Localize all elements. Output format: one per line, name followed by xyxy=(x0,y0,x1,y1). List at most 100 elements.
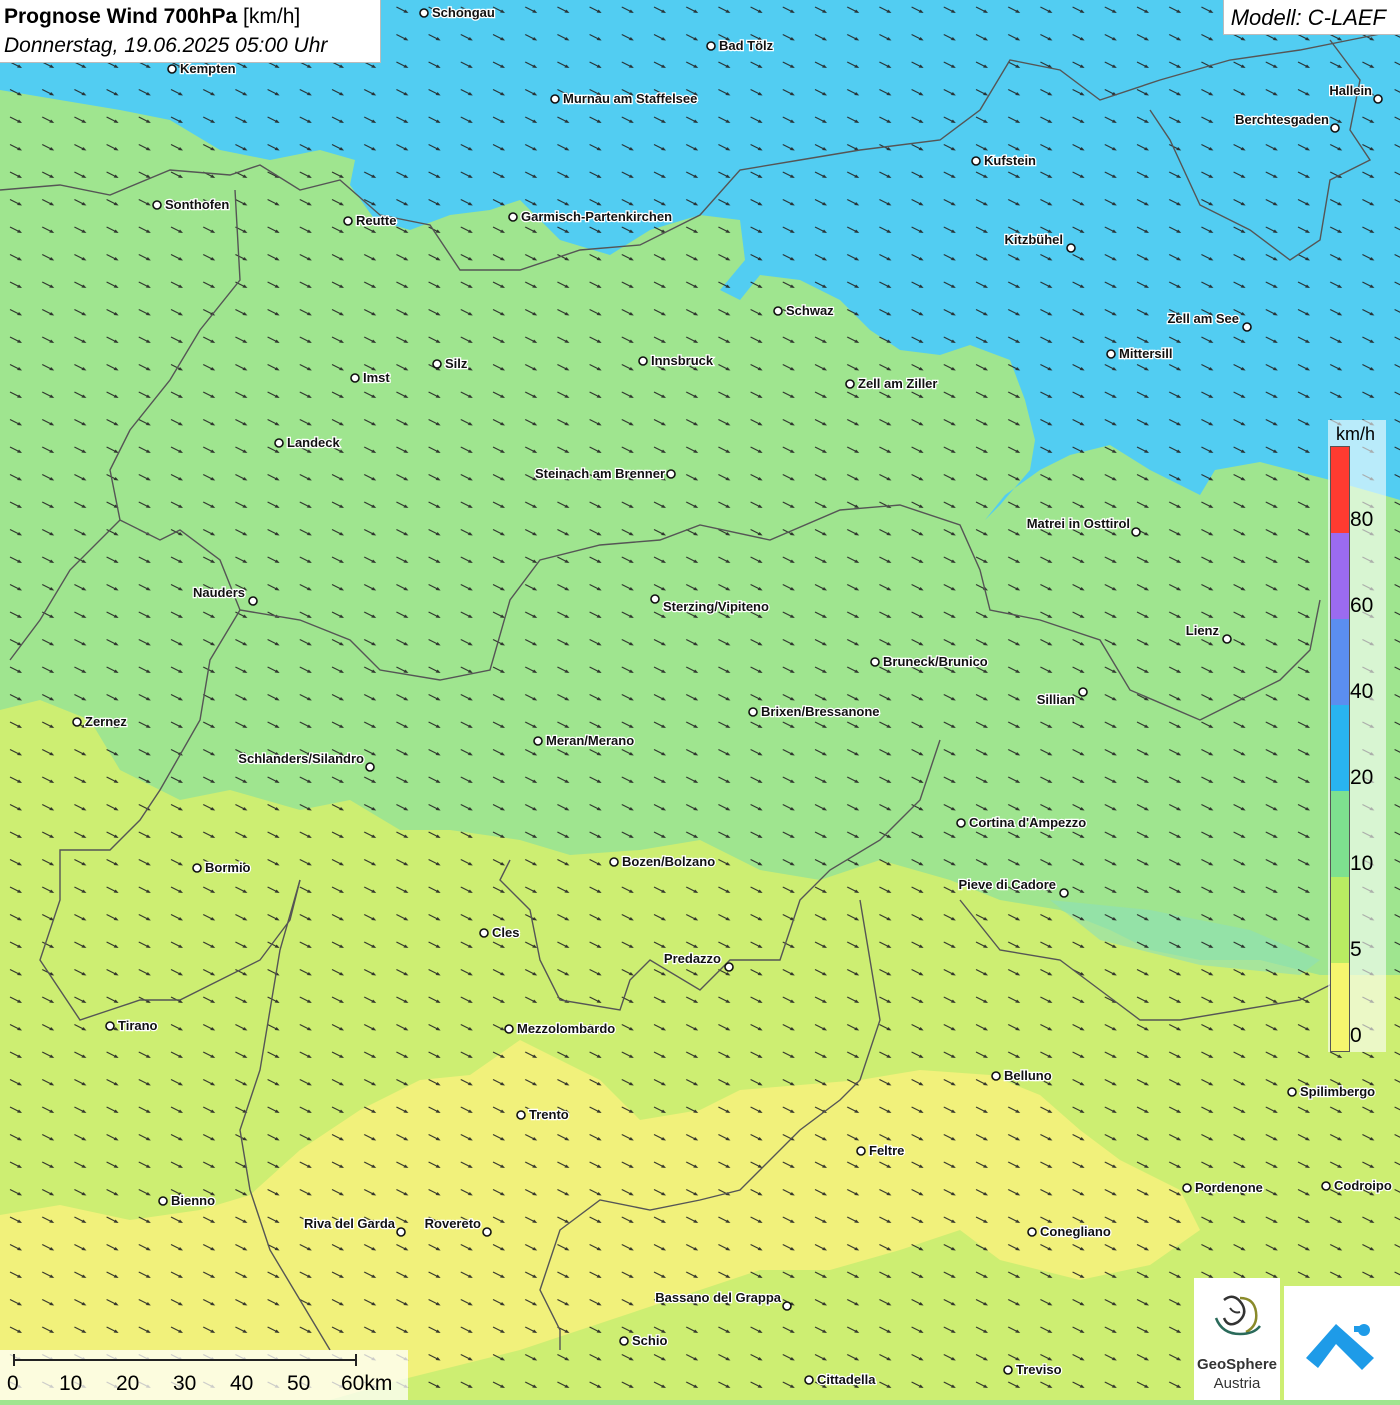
city-dot xyxy=(870,657,880,667)
city-label: Reutte xyxy=(356,213,396,228)
city-dot xyxy=(724,962,734,972)
city-dot xyxy=(274,438,284,448)
city-label: Zell am See xyxy=(1167,311,1239,326)
city-dot xyxy=(856,1146,866,1156)
city-label: Bormio xyxy=(205,860,251,875)
city-label: Pordenone xyxy=(1195,1180,1263,1195)
city-label: Landeck xyxy=(287,435,341,450)
city-label: Codroipo xyxy=(1334,1178,1392,1193)
city-dot xyxy=(773,306,783,316)
legend-seg-5 xyxy=(1331,877,1349,963)
city-label: Riva del Garda xyxy=(304,1216,396,1231)
legend-seg-10 xyxy=(1331,791,1349,877)
city-label: Matrei in Osttirol xyxy=(1027,516,1130,531)
city-dot xyxy=(479,928,489,938)
scale-label-60km: 60km xyxy=(341,1372,393,1395)
city-label: Sillian xyxy=(1037,692,1075,707)
city-label: Nauders xyxy=(193,585,245,600)
city-label: Bassano del Grappa xyxy=(655,1290,781,1305)
city-dot xyxy=(1287,1087,1297,1097)
scale-label-10: 10 xyxy=(59,1372,83,1395)
city-label: Conegliano xyxy=(1040,1224,1111,1239)
city-label: Kufstein xyxy=(984,153,1036,168)
legend-seg-20 xyxy=(1331,705,1349,791)
city-dot xyxy=(638,356,648,366)
city-dot xyxy=(432,359,442,369)
city-dot xyxy=(706,41,716,51)
city-marker: Mezzolombardo xyxy=(504,1020,617,1037)
legend-unit: km/h xyxy=(1336,424,1376,444)
geosphere-sub: Austria xyxy=(1213,1375,1261,1392)
city-marker: Spilimbergo xyxy=(1287,1083,1376,1100)
city-dot xyxy=(991,1071,1001,1081)
scale-ruler xyxy=(13,1354,357,1366)
city-dot xyxy=(419,8,429,18)
city-dot xyxy=(72,717,82,727)
city-dot xyxy=(1222,634,1232,644)
color-legend: km/h 80 60 40 20 10 5 0 xyxy=(1328,420,1386,1052)
city-label: Pieve di Cadore xyxy=(958,877,1056,892)
city-marker: Garmisch-Partenkirchen xyxy=(508,208,673,225)
scale-label-40: 40 xyxy=(230,1372,254,1395)
city-label: Berchtesgaden xyxy=(1235,112,1329,127)
city-dot xyxy=(504,1024,514,1034)
city-marker: Schongau xyxy=(419,4,496,21)
city-label: Hallein xyxy=(1329,83,1372,98)
city-marker: Innsbruck xyxy=(638,352,715,369)
title-box: Prognose Wind 700hPa [km/h] Donnerstag, … xyxy=(0,0,381,63)
city-dot xyxy=(350,373,360,383)
city-marker: Conegliano xyxy=(1027,1223,1112,1240)
city-label: Belluno xyxy=(1004,1068,1052,1083)
app-logo xyxy=(1284,1286,1400,1400)
city-dot xyxy=(248,596,258,606)
city-dot xyxy=(782,1301,792,1311)
city-label: Lienz xyxy=(1186,623,1220,638)
city-dot xyxy=(1321,1181,1331,1191)
city-dot xyxy=(1182,1183,1192,1193)
city-label: Kitzbühel xyxy=(1005,232,1064,247)
city-label: Cortina d'Ampezzo xyxy=(969,815,1086,830)
city-marker: Cortina d'Ampezzo xyxy=(956,814,1088,831)
city-dot xyxy=(1373,94,1383,104)
model-box: Modell: C-LAEF xyxy=(1223,0,1400,35)
city-dot xyxy=(152,200,162,210)
city-marker: Meran/Merano xyxy=(533,732,635,749)
city-dot xyxy=(1242,322,1252,332)
city-label: Tirano xyxy=(118,1018,158,1033)
geosphere-name: GeoSphere xyxy=(1196,1356,1278,1373)
city-dot xyxy=(167,64,177,74)
legend-tick-20: 20 xyxy=(1350,766,1374,789)
map-title: Prognose Wind 700hPa [km/h] xyxy=(4,5,300,29)
legend-bar xyxy=(1330,446,1350,1052)
city-dot xyxy=(482,1227,492,1237)
city-marker: Sonthofen xyxy=(152,196,231,213)
scale-label-0: 0 xyxy=(7,1372,19,1395)
legend-seg-40 xyxy=(1331,619,1349,705)
city-dot xyxy=(650,594,660,604)
city-dot xyxy=(971,156,981,166)
city-label: Bienno xyxy=(171,1193,215,1208)
city-dot xyxy=(666,469,676,479)
city-label: Mezzolombardo xyxy=(517,1021,615,1036)
legend-tick-0: 0 xyxy=(1350,1024,1362,1047)
city-dot xyxy=(956,818,966,828)
city-dot xyxy=(619,1336,629,1346)
city-label: Bruneck/Brunico xyxy=(883,654,988,669)
city-label: Silz xyxy=(445,356,468,371)
city-dot xyxy=(1330,123,1340,133)
city-label: Rovereto xyxy=(425,1216,481,1231)
city-dot xyxy=(845,379,855,389)
city-dot xyxy=(105,1021,115,1031)
city-label: Mittersill xyxy=(1119,346,1172,361)
city-dot xyxy=(1066,243,1076,253)
legend-tick-10: 10 xyxy=(1350,852,1374,875)
city-marker: Bruneck/Brunico xyxy=(870,653,989,670)
city-dot xyxy=(1131,527,1141,537)
city-label: Cles xyxy=(492,925,519,940)
legend-tick-80: 80 xyxy=(1350,508,1374,531)
city-label: Meran/Merano xyxy=(546,733,634,748)
city-label: Zernez xyxy=(85,714,127,729)
city-dot xyxy=(508,212,518,222)
city-label: Spilimbergo xyxy=(1300,1084,1375,1099)
city-dot xyxy=(609,857,619,867)
